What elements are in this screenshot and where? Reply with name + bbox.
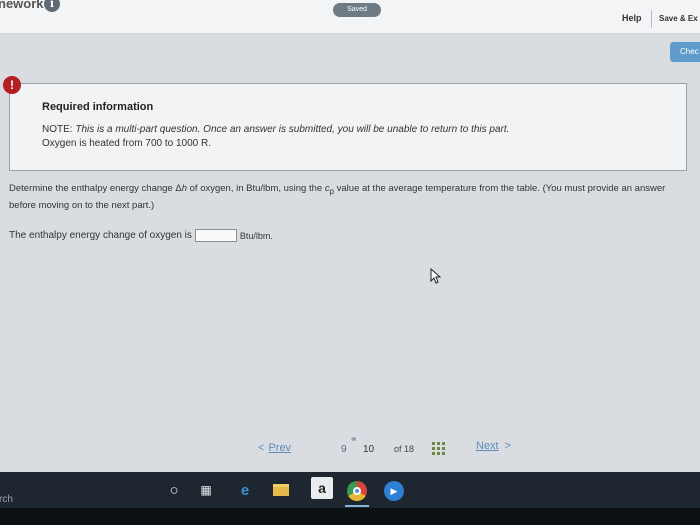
media-player-icon[interactable]: ▶: [384, 481, 404, 501]
check-my-work-button[interactable]: Chec: [670, 42, 700, 62]
required-info-note: NOTE: This is a multi-part question. Onc…: [42, 124, 509, 135]
mouse-cursor-icon: [430, 268, 442, 284]
help-link[interactable]: Help: [622, 13, 642, 23]
screen-bezel: [0, 508, 700, 525]
taskbar-search-fragment[interactable]: rch: [0, 494, 13, 505]
link-icon: ⚭: [350, 434, 358, 444]
enthalpy-answer-input[interactable]: [194, 229, 237, 242]
amazon-app-icon[interactable]: a: [311, 477, 333, 499]
required-information-box: Required information NOTE: This is a mul…: [9, 83, 687, 171]
question-text-before: Determine the enthalpy energy change Δ: [9, 183, 182, 194]
answer-unit: Btu/lbm.: [239, 230, 273, 241]
note-label: NOTE:: [42, 124, 73, 135]
answer-prompt: The enthalpy energy change of oxygen is: [9, 230, 192, 241]
question-text: Determine the enthalpy energy change Δh …: [9, 182, 689, 213]
next-label: Next: [476, 440, 499, 452]
chrome-browser-icon[interactable]: [347, 481, 367, 501]
task-view-icon[interactable]: ▦: [198, 481, 214, 499]
grid-icon[interactable]: [432, 442, 445, 455]
save-exit-button[interactable]: Save & Ex: [659, 14, 698, 23]
info-icon[interactable]: i: [44, 0, 60, 12]
prev-label: Prev: [268, 442, 292, 454]
windows-taskbar: rch ○ ▦ e a ▶: [0, 472, 700, 508]
prev-button[interactable]: < Prev: [258, 442, 291, 454]
chevron-left-icon: <: [258, 442, 265, 454]
top-bar: nework i Saved Help Save & Ex: [0, 0, 700, 34]
question-pager: < Prev ⚭ 9 10 of 18 Next >: [0, 434, 700, 460]
alert-icon: !: [3, 76, 21, 94]
page-current[interactable]: 9: [341, 444, 347, 455]
cortana-icon[interactable]: ○: [166, 481, 182, 499]
chevron-right-icon: >: [504, 440, 512, 452]
chrome-active-indicator: [345, 505, 369, 507]
header-divider: [651, 10, 652, 28]
app-title: nework: [0, 0, 44, 11]
answer-row: The enthalpy energy change of oxygen is …: [9, 229, 273, 242]
file-explorer-icon[interactable]: [272, 481, 290, 499]
next-button[interactable]: Next >: [476, 440, 511, 452]
note-text: This is a multi-part question. Once an a…: [75, 124, 510, 135]
edge-browser-icon[interactable]: e: [236, 481, 254, 499]
saved-status-badge: Saved: [333, 3, 381, 17]
page-next-number[interactable]: 10: [363, 444, 374, 455]
given-statement: Oxygen is heated from 700 to 1000 R.: [42, 138, 211, 149]
required-info-title: Required information: [42, 101, 154, 113]
page-of-total: of 18: [394, 444, 415, 454]
question-text-middle: of oxygen, in Btu/lbm, using the: [187, 183, 325, 194]
